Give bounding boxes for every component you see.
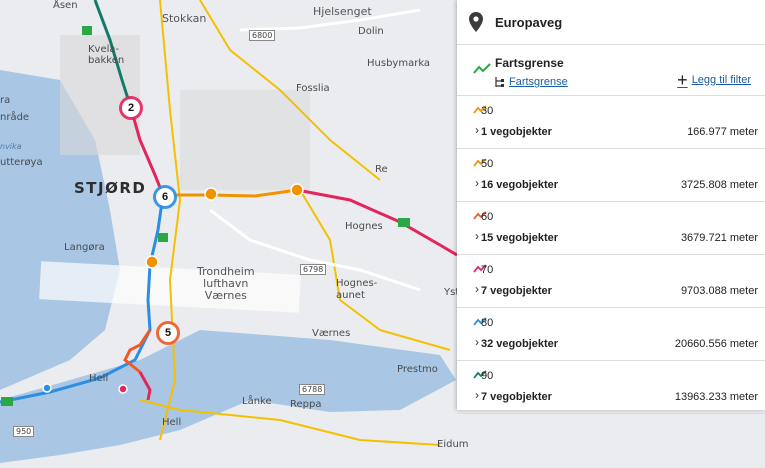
map-label-fosslia: Fosslia (296, 83, 330, 94)
route-marker[interactable] (290, 183, 304, 197)
speed-limit-row[interactable]: 80 › 32 vegobjekter 20660.556 meter (457, 308, 765, 361)
chevron-right-icon[interactable]: › (475, 335, 479, 349)
speed-value: 30 (481, 105, 494, 117)
road-number-6798: 6798 (300, 264, 327, 275)
map-label-airport: Trondheim lufthavn Værnes (197, 265, 255, 302)
chevron-right-icon[interactable]: › (475, 229, 479, 243)
plus-icon: + (677, 70, 688, 90)
speed-limit-row[interactable]: 30 › 1 vegobjekter 166.977 meter (457, 96, 765, 149)
map-label-ra: ra (0, 95, 11, 106)
total-length: 20660.556 meter (674, 338, 758, 350)
map-label-hognesaunet: Hognes- aunet (336, 278, 378, 301)
road-sign-icon (82, 26, 92, 35)
map-label-stjordal: STJØRD (74, 179, 147, 197)
hierarchy-icon (495, 77, 504, 87)
speed-value: 80 (481, 317, 494, 329)
map-label-dolin: Dolin (358, 26, 384, 37)
road-number-950: 950 (13, 426, 35, 437)
category-sub-label: Fartsgrense (509, 76, 568, 88)
map-label-utteroya: utterøya (0, 157, 43, 168)
category-sub-link[interactable]: Fartsgrense (495, 76, 568, 88)
category-fartsgrense: Fartsgrense Fartsgrense + Legg til filte… (457, 45, 765, 96)
total-length: 13963.233 meter (674, 391, 758, 403)
route-marker[interactable] (145, 255, 159, 269)
road-number-6800: 6800 (249, 30, 276, 41)
map-label-husbymarka: Husbymarka (367, 58, 431, 69)
road-sign-icon (398, 218, 410, 227)
map-label-kvelabakken: Kvela- bakken (88, 44, 125, 66)
speed-value: 50 (481, 158, 494, 170)
object-count: 1 vegobjekter (481, 126, 552, 138)
map-label-asen: Åsen (53, 0, 78, 11)
road-sign-icon (158, 233, 168, 242)
map-label-eidum: Eidum (437, 439, 469, 450)
chevron-right-icon[interactable]: › (475, 176, 479, 190)
cluster-badge[interactable]: 2 (122, 99, 140, 117)
total-length: 3725.808 meter (680, 179, 758, 191)
speed-limit-row[interactable]: 60 › 15 vegobjekter 3679.721 meter (457, 202, 765, 255)
map-label-varnes: Værnes (312, 328, 351, 339)
category-title: Fartsgrense (495, 56, 564, 70)
speed-value: 90 (481, 370, 494, 382)
chevron-right-icon[interactable]: › (475, 123, 479, 137)
map-label-hell: Hell (89, 373, 109, 384)
speed-limit-row[interactable]: 90 › 7 vegobjekter 13963.233 meter (457, 361, 765, 414)
urban-area (180, 90, 310, 190)
road-sign-icon (1, 397, 13, 406)
map-label-vika: nvika (0, 142, 22, 151)
map-label-hjelsenget: Hjelsenget (313, 5, 372, 18)
object-count: 32 vegobjekter (481, 338, 559, 350)
total-length: 166.977 meter (687, 126, 758, 138)
speed-value: 70 (481, 264, 494, 276)
map-pin-icon (469, 12, 483, 32)
map-label-prestmo: Prestmo (397, 364, 438, 375)
cluster-badge[interactable]: 6 (156, 188, 174, 206)
result-panel: Europaveg Fartsgrense Fartsgrense + Legg… (457, 0, 765, 414)
chevron-right-icon[interactable]: › (475, 282, 479, 296)
map-label-reppa: Reppa (290, 399, 322, 410)
trend-line-icon (473, 63, 491, 74)
add-filter-button[interactable]: + Legg til filter (677, 70, 751, 90)
speed-limit-list: 30 › 1 vegobjekter 166.977 meter 50 › 16 vegob… (457, 96, 765, 414)
chevron-right-icon[interactable]: › (475, 388, 479, 402)
cluster-badge[interactable]: 5 (159, 324, 177, 342)
panel-header: Europaveg (457, 0, 765, 45)
speed-value: 60 (481, 211, 494, 223)
map-label-langora: Langøra (64, 242, 105, 253)
map-label-hell-2: Hell (162, 417, 182, 428)
panel-title: Europaveg (495, 14, 563, 30)
total-length: 3679.721 meter (680, 232, 758, 244)
map-label-re: Re (375, 164, 388, 175)
object-count: 15 vegobjekter (481, 232, 559, 244)
object-count: 7 vegobjekter (481, 285, 552, 297)
map-label-omrade: nråde (0, 112, 30, 123)
map-label-lanke: Lånke (242, 396, 272, 407)
road-number-6788: 6788 (299, 384, 326, 395)
route-marker[interactable] (42, 383, 52, 393)
object-count: 7 vegobjekter (481, 391, 552, 403)
speed-limit-row[interactable]: 70 › 7 vegobjekter 9703.088 meter (457, 255, 765, 308)
route-marker[interactable] (204, 187, 218, 201)
map-label-hognes: Hognes (345, 221, 383, 232)
route-marker[interactable] (118, 384, 128, 394)
map-label-stokkan: Stokkan (162, 12, 207, 25)
total-length: 9703.088 meter (680, 285, 758, 297)
add-filter-label: Legg til filter (691, 74, 751, 86)
speed-limit-row[interactable]: 50 › 16 vegobjekter 3725.808 meter (457, 149, 765, 202)
object-count: 16 vegobjekter (481, 179, 559, 191)
